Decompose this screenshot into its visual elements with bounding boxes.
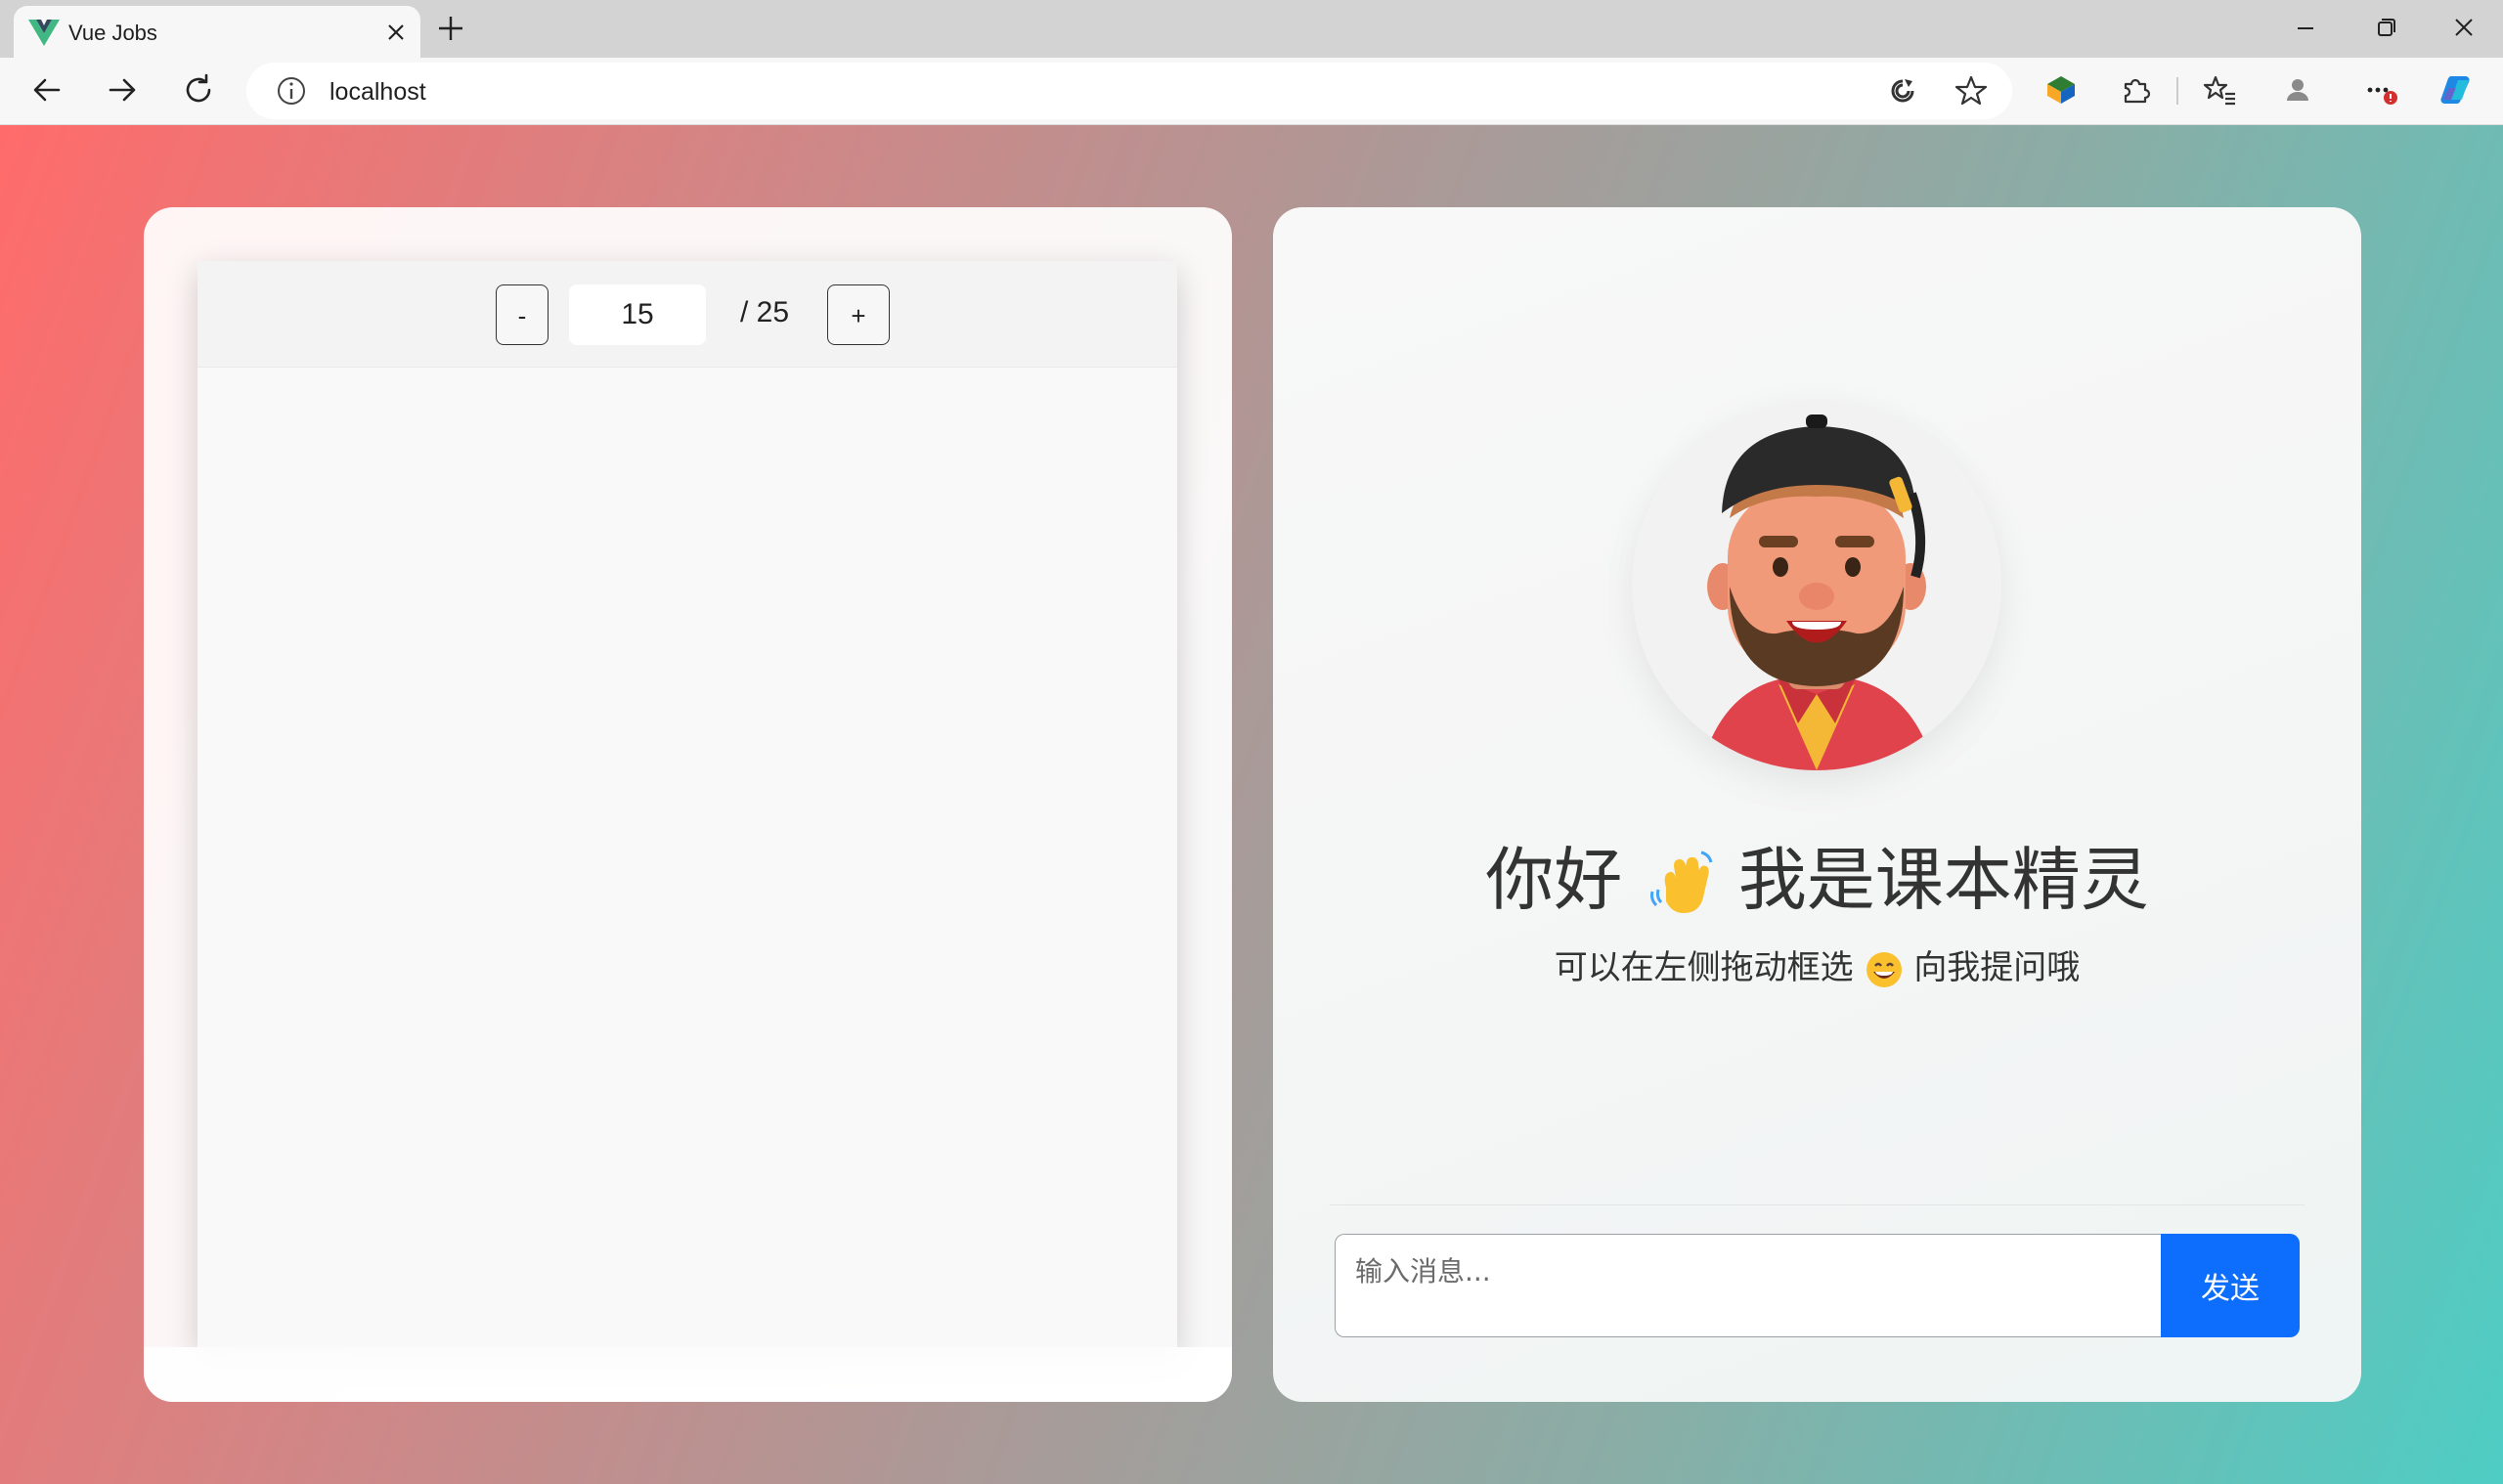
card-footer bbox=[144, 1347, 1232, 1402]
window-close-icon[interactable] bbox=[2444, 14, 2483, 43]
assistant-chat-card: 你好 我是课本精灵 可以在左侧拖动框选 向我提问哦 发送 bbox=[1273, 207, 2361, 1402]
restore-icon[interactable] bbox=[2366, 14, 2405, 43]
star-icon[interactable] bbox=[1952, 71, 1991, 110]
toolbar-separator bbox=[2176, 77, 2178, 105]
page-total: / 25 bbox=[740, 296, 790, 328]
plus-icon[interactable] bbox=[434, 12, 467, 45]
pagination-bar: - / 25 + bbox=[198, 261, 1177, 368]
avatar bbox=[1632, 401, 2001, 770]
waving-hand-emoji bbox=[1649, 851, 1712, 913]
puzzle-icon[interactable] bbox=[2116, 70, 2155, 109]
browser-tab-bar: Vue Jobs bbox=[0, 0, 2503, 58]
copilot-icon[interactable] bbox=[2437, 70, 2476, 109]
user-icon[interactable] bbox=[2278, 70, 2317, 109]
message-input[interactable] bbox=[1335, 1234, 2161, 1337]
grinning-emoji bbox=[1866, 951, 1902, 987]
prev-page-button[interactable]: - bbox=[496, 284, 549, 345]
arrow-left-icon[interactable] bbox=[27, 70, 66, 109]
address-bar[interactable]: localhost bbox=[246, 63, 2012, 119]
extension-app-icon[interactable] bbox=[2042, 70, 2081, 109]
page-background: - / 25 + bbox=[0, 125, 2503, 1484]
next-page-button[interactable]: + bbox=[827, 284, 890, 345]
read-aloud-icon[interactable] bbox=[1883, 71, 1922, 110]
pdf-page-area[interactable]: - / 25 + bbox=[198, 261, 1177, 1347]
bearded-man-avatar-icon bbox=[1700, 415, 1935, 770]
close-icon[interactable] bbox=[383, 20, 409, 45]
send-button[interactable]: 发送 bbox=[2161, 1234, 2300, 1337]
greeting-subtitle: 可以在左侧拖动框选 向我提问哦 bbox=[1273, 940, 2361, 989]
subtitle-instruction: 可以在左侧拖动框选 bbox=[1554, 948, 1854, 987]
browser-toolbar: localhost bbox=[0, 58, 2503, 125]
refresh-icon[interactable] bbox=[179, 70, 218, 109]
page-number-input[interactable] bbox=[569, 284, 706, 345]
minimize-icon[interactable] bbox=[2286, 14, 2325, 43]
url-text: localhost bbox=[329, 78, 426, 106]
browser-tab[interactable]: Vue Jobs bbox=[14, 6, 420, 58]
info-icon[interactable] bbox=[272, 71, 311, 110]
greeting-title: 你好 我是课本精灵 bbox=[1273, 825, 2361, 924]
vue-logo-icon bbox=[28, 20, 60, 46]
subtitle-ask: 向我提问哦 bbox=[1913, 948, 2081, 987]
tab-title: Vue Jobs bbox=[68, 21, 157, 45]
arrow-right-icon[interactable] bbox=[103, 70, 142, 109]
pdf-viewer-card: - / 25 + bbox=[144, 207, 1232, 1402]
more-icon[interactable] bbox=[2360, 70, 2399, 109]
greeting-hello: 你好 bbox=[1485, 840, 1623, 920]
favorites-icon[interactable] bbox=[2200, 70, 2239, 109]
greeting-intro: 我是课本精灵 bbox=[1737, 840, 2149, 920]
divider bbox=[1330, 1204, 2305, 1205]
